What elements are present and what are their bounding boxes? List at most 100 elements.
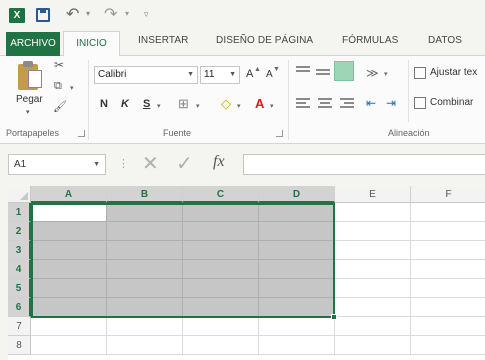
clipboard-launcher-icon[interactable] — [78, 130, 85, 137]
font-launcher-icon[interactable] — [276, 130, 283, 137]
customize-toolbar-icon[interactable]: ▿ — [144, 9, 149, 20]
cell-c2[interactable] — [183, 222, 259, 241]
cell-c1[interactable] — [183, 203, 259, 222]
bold-button[interactable]: N — [100, 98, 108, 110]
cell-e6[interactable] — [335, 298, 411, 317]
row-header-6[interactable]: 6 — [8, 298, 31, 317]
worksheet-grid[interactable]: ABCDEF 12345678 — [8, 186, 485, 360]
row-header-2[interactable]: 2 — [8, 222, 31, 241]
cell-b2[interactable] — [107, 222, 183, 241]
tab-page-layout[interactable]: DISEÑO DE PÁGINA — [216, 35, 313, 46]
cell-e4[interactable] — [335, 260, 411, 279]
formula-input[interactable] — [243, 154, 485, 175]
tab-insert[interactable]: INSERTAR — [138, 35, 188, 46]
cell-d2[interactable] — [259, 222, 335, 241]
redo-dropdown-icon[interactable]: ▾ — [125, 9, 129, 18]
cut-icon[interactable]: ✂ — [54, 58, 64, 72]
paste-icon[interactable] — [18, 60, 44, 90]
cell-a4[interactable] — [31, 260, 107, 279]
cell-c4[interactable] — [183, 260, 259, 279]
cell-d6[interactable] — [259, 298, 335, 317]
cancel-icon[interactable]: ✕ — [142, 151, 159, 176]
fill-color-icon[interactable]: ◇ — [221, 96, 231, 112]
cell-b7[interactable] — [107, 317, 183, 336]
cell-d1[interactable] — [259, 203, 335, 222]
cell-a7[interactable] — [31, 317, 107, 336]
cell-f3[interactable] — [411, 241, 485, 260]
undo-dropdown-icon[interactable]: ▾ — [86, 9, 90, 18]
cell-a6[interactable] — [31, 298, 107, 317]
cell-c7[interactable] — [183, 317, 259, 336]
formula-bar-grip-icon[interactable]: ⋮ — [118, 157, 129, 170]
tab-file[interactable]: ARCHIVO — [6, 32, 60, 56]
column-header-e[interactable]: E — [335, 186, 411, 203]
orientation-dropdown-icon[interactable]: ▾ — [384, 70, 388, 78]
cell-f7[interactable] — [411, 317, 485, 336]
row-header-4[interactable]: 4 — [8, 260, 31, 279]
italic-button[interactable]: K — [121, 98, 129, 110]
column-header-f[interactable]: F — [411, 186, 485, 203]
decrease-indent-icon[interactable]: ⇤ — [366, 96, 376, 110]
cell-e5[interactable] — [335, 279, 411, 298]
row-header-5[interactable]: 5 — [8, 279, 31, 298]
cell-c8[interactable] — [183, 336, 259, 355]
borders-icon[interactable]: ⊞ — [178, 96, 189, 112]
cell-b6[interactable] — [107, 298, 183, 317]
cell-d8[interactable] — [259, 336, 335, 355]
row-header-1[interactable]: 1 — [8, 203, 31, 222]
cell-a3[interactable] — [31, 241, 107, 260]
cell-f8[interactable] — [411, 336, 485, 355]
borders-dropdown-icon[interactable]: ▾ — [196, 102, 200, 110]
cell-d3[interactable] — [259, 241, 335, 260]
wrap-text-icon[interactable] — [414, 67, 426, 79]
grow-font-button[interactable]: A — [246, 68, 253, 80]
cell-a8[interactable] — [31, 336, 107, 355]
cell-f4[interactable] — [411, 260, 485, 279]
tab-formulas[interactable]: FÓRMULAS — [342, 35, 398, 46]
cell-c6[interactable] — [183, 298, 259, 317]
font-color-dropdown-icon[interactable]: ▾ — [270, 102, 274, 110]
cell-b3[interactable] — [107, 241, 183, 260]
increase-indent-icon[interactable]: ⇥ — [386, 96, 396, 110]
column-header-a[interactable]: A — [31, 186, 107, 203]
column-header-d[interactable]: D — [259, 186, 335, 203]
paste-button[interactable]: Pegar — [16, 94, 43, 105]
fill-handle[interactable] — [331, 314, 337, 320]
font-color-icon[interactable]: A — [255, 96, 264, 111]
cell-d4[interactable] — [259, 260, 335, 279]
cell-f1[interactable] — [411, 203, 485, 222]
insert-function-icon[interactable]: fx — [213, 153, 225, 171]
save-icon[interactable] — [36, 8, 50, 22]
align-bottom-icon[interactable] — [334, 61, 354, 81]
redo-icon[interactable]: ↷ — [104, 4, 117, 24]
enter-icon[interactable]: ✓ — [176, 151, 193, 176]
name-box[interactable]: A1 ▼ — [8, 154, 106, 175]
copy-icon[interactable]: ⧉ — [54, 80, 62, 93]
copy-dropdown-icon[interactable]: ▾ — [70, 84, 74, 92]
excel-app-icon[interactable]: X — [9, 8, 25, 23]
cell-a5[interactable] — [31, 279, 107, 298]
cell-b8[interactable] — [107, 336, 183, 355]
cell-b5[interactable] — [107, 279, 183, 298]
merge-center-button[interactable]: Combinar — [430, 97, 473, 108]
cell-c5[interactable] — [183, 279, 259, 298]
cell-e1[interactable] — [335, 203, 411, 222]
cell-b4[interactable] — [107, 260, 183, 279]
orientation-icon[interactable]: ≫ — [366, 66, 379, 80]
undo-icon[interactable]: ↶ — [66, 4, 79, 24]
row-header-8[interactable]: 8 — [8, 336, 31, 355]
cell-f2[interactable] — [411, 222, 485, 241]
select-all-button[interactable] — [8, 186, 31, 203]
tab-data[interactable]: DATOS — [428, 35, 462, 46]
cell-f6[interactable] — [411, 298, 485, 317]
cell-d5[interactable] — [259, 279, 335, 298]
column-header-b[interactable]: B — [107, 186, 183, 203]
font-name-select[interactable]: Calibri ▼ — [94, 66, 198, 84]
column-header-c[interactable]: C — [183, 186, 259, 203]
font-size-select[interactable]: 11 ▼ — [200, 66, 240, 84]
format-painter-icon[interactable]: 🖌 — [53, 100, 67, 113]
shrink-font-button[interactable]: A — [266, 69, 273, 80]
paste-dropdown-icon[interactable]: ▾ — [26, 108, 30, 116]
cell-f5[interactable] — [411, 279, 485, 298]
tab-home[interactable]: INICIO — [63, 31, 120, 57]
